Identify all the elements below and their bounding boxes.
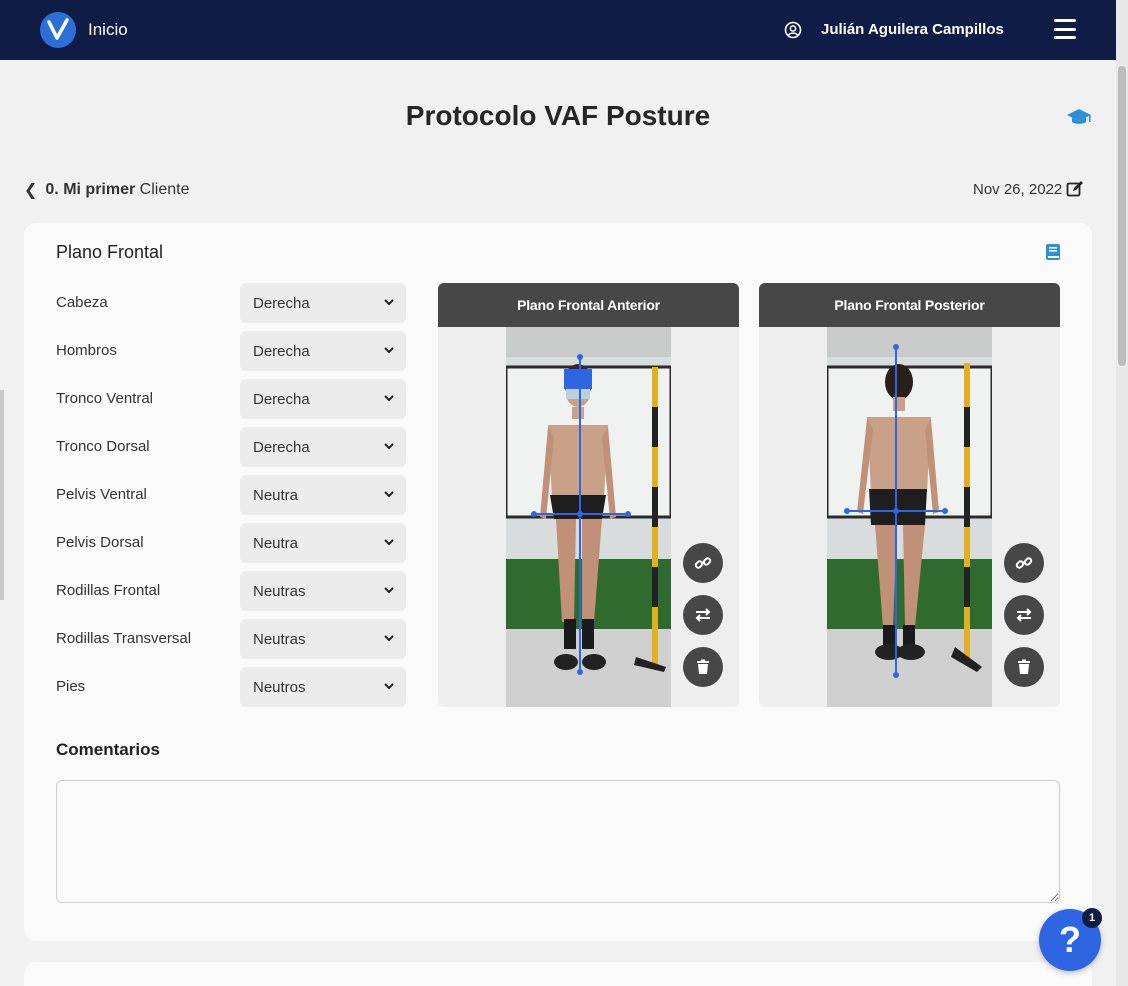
chevron-down-icon	[384, 347, 394, 354]
edit-icon[interactable]	[1066, 180, 1084, 198]
breadcrumb-client-name: Cliente	[139, 181, 190, 198]
field-label-tronco-ventral: Tronco Ventral	[56, 390, 153, 407]
user-name[interactable]: Julián Aguilera Campillos	[821, 21, 1004, 38]
select-tronco-ventral[interactable]: Derecha	[240, 379, 406, 419]
chevron-down-icon	[384, 587, 394, 594]
graduation-cap-icon[interactable]	[1066, 107, 1092, 127]
top-nav-bar: Inicio Julián Aguilera Campillos	[0, 0, 1116, 60]
session-date-text: Nov 26, 2022	[973, 180, 1063, 198]
select-value: Neutras	[253, 630, 306, 648]
comments-textarea[interactable]	[56, 780, 1060, 903]
select-value: Neutras	[253, 582, 306, 600]
field-label-pelvis-dorsal: Pelvis Dorsal	[56, 534, 144, 551]
field-label-rodillas-frontal: Rodillas Frontal	[56, 582, 161, 599]
panel-title-anterior: Plano Frontal Anterior	[438, 283, 739, 327]
chevron-down-icon	[384, 395, 394, 402]
trash-icon	[697, 659, 709, 674]
user-circle-icon[interactable]	[784, 21, 802, 39]
help-notification-badge: 1	[1082, 908, 1102, 928]
chevron-left-icon[interactable]: ❮	[24, 180, 37, 200]
chevron-down-icon	[384, 539, 394, 546]
link-icon	[1015, 557, 1033, 569]
link-photo-button[interactable]	[683, 543, 723, 583]
scrollbar-thumb[interactable]	[1118, 66, 1126, 366]
photo-panel-anterior: Plano Frontal Anterior	[438, 283, 739, 707]
select-pelvis-dorsal[interactable]: Neutra	[240, 523, 406, 563]
session-date[interactable]: Nov 26, 2022	[973, 180, 1084, 198]
chevron-down-icon	[384, 299, 394, 306]
select-rodillas-frontal[interactable]: Neutras	[240, 571, 406, 611]
panel-title-posterior: Plano Frontal Posterior	[759, 283, 1060, 327]
select-pies[interactable]: Neutros	[240, 667, 406, 707]
nav-home-link[interactable]: Inicio	[88, 20, 128, 40]
select-cabeza[interactable]: Derecha	[240, 283, 406, 323]
select-value: Derecha	[253, 438, 310, 456]
select-value: Neutros	[253, 678, 306, 696]
chevron-down-icon	[384, 683, 394, 690]
section-title: Plano Frontal	[56, 242, 164, 262]
chevron-down-icon	[384, 491, 394, 498]
swap-photo-button[interactable]	[1004, 595, 1044, 635]
select-hombros[interactable]: Derecha	[240, 331, 406, 371]
field-label-tronco-dorsal: Tronco Dorsal	[56, 438, 150, 455]
field-label-rodillas-transversal: Rodillas Transversal	[56, 630, 192, 647]
breadcrumb[interactable]: ❮ 0. Mi primer Cliente	[24, 180, 189, 200]
select-value: Neutra	[253, 486, 299, 504]
next-section-card	[24, 962, 1092, 986]
select-value: Neutra	[253, 534, 299, 552]
page-title: Protocolo VAF Posture	[405, 100, 711, 131]
side-drawer-handle[interactable]	[0, 390, 4, 600]
breadcrumb-client-number: 0. Mi primer	[45, 181, 136, 198]
trash-icon	[1018, 659, 1030, 674]
link-icon	[694, 557, 712, 569]
hamburger-menu-icon[interactable]	[1054, 19, 1076, 39]
select-pelvis-ventral[interactable]: Neutra	[240, 475, 406, 515]
photo-panel-posterior: Plano Frontal Posterior	[759, 283, 1060, 707]
select-value: Derecha	[253, 342, 310, 360]
select-value: Derecha	[253, 390, 310, 408]
vaf-logo-icon[interactable]	[40, 12, 76, 48]
delete-photo-button[interactable]	[1004, 647, 1044, 687]
comments-title: Comentarios	[56, 740, 160, 759]
field-label-cabeza: Cabeza	[56, 294, 108, 311]
chevron-down-icon	[384, 443, 394, 450]
swap-icon	[1016, 608, 1032, 622]
posture-photo-posterior[interactable]	[827, 327, 992, 707]
link-photo-button[interactable]	[1004, 543, 1044, 583]
chevron-down-icon	[384, 635, 394, 642]
delete-photo-button[interactable]	[683, 647, 723, 687]
help-label: ?	[1059, 919, 1081, 960]
select-value: Derecha	[253, 294, 310, 312]
swap-photo-button[interactable]	[683, 595, 723, 635]
field-label-pelvis-ventral: Pelvis Ventral	[56, 486, 147, 503]
select-tronco-dorsal[interactable]: Derecha	[240, 427, 406, 467]
field-label-hombros: Hombros	[56, 342, 117, 359]
posture-photo-anterior[interactable]	[506, 327, 671, 707]
swap-icon	[695, 608, 711, 622]
field-label-pies: Pies	[56, 678, 86, 695]
select-rodillas-transversal[interactable]: Neutras	[240, 619, 406, 659]
book-icon[interactable]	[1045, 243, 1061, 261]
